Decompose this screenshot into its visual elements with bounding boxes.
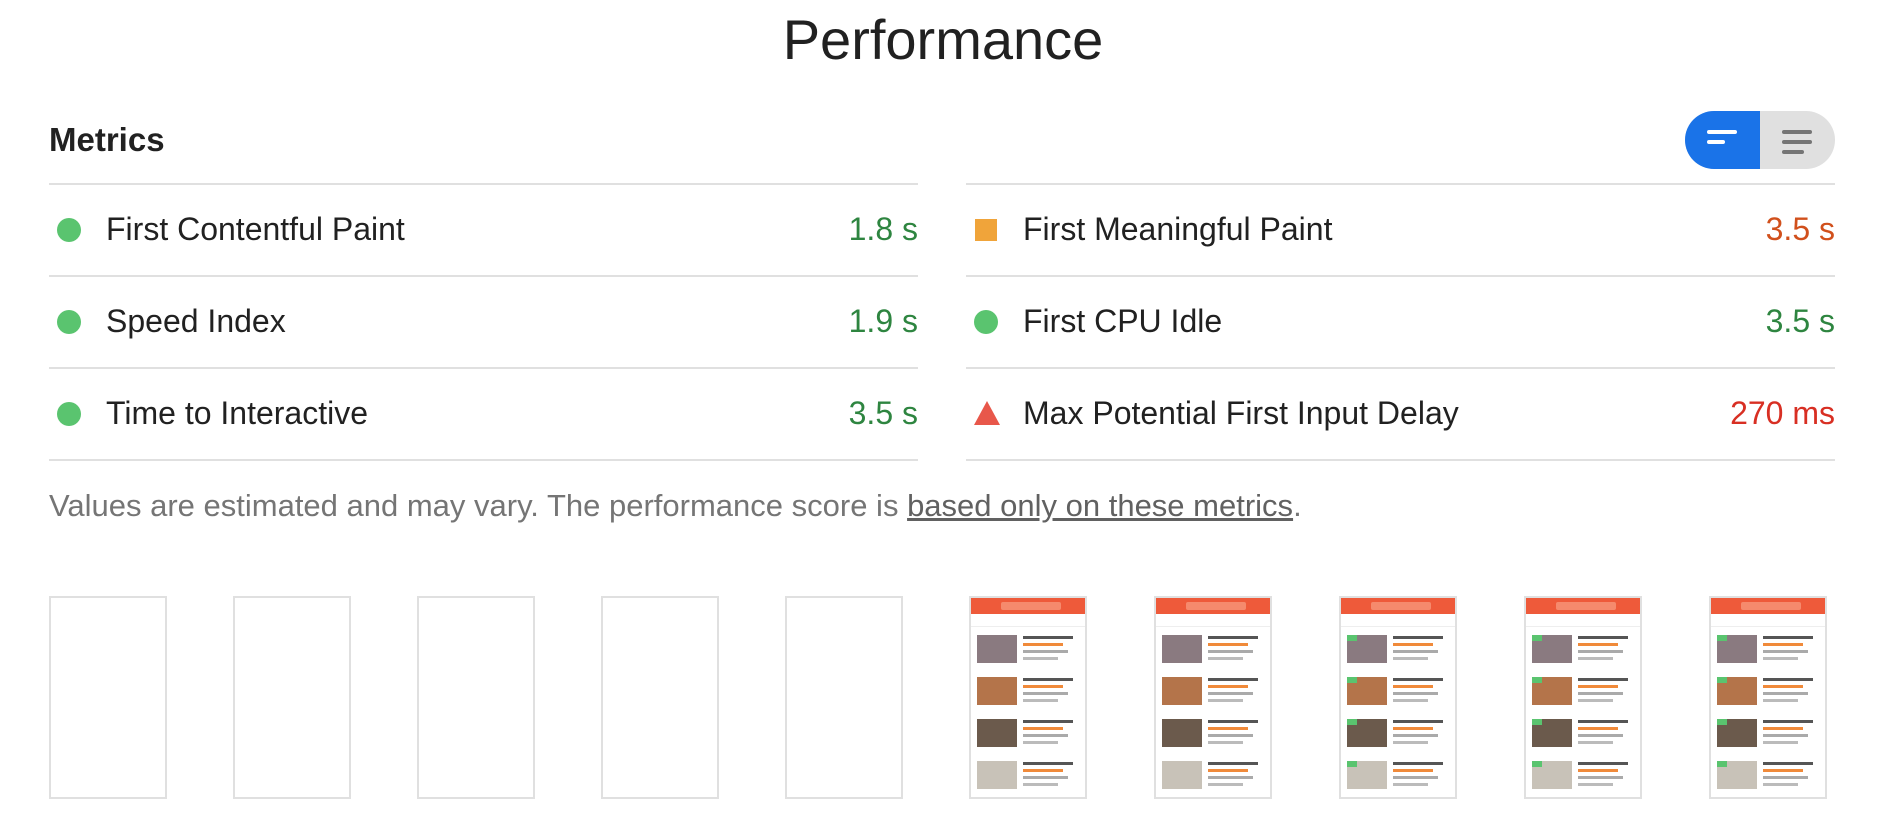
filmstrip-frame-screenshot xyxy=(969,596,1087,799)
pass-circle-icon xyxy=(57,310,81,334)
metric-row: First CPU Idle 3.5 s xyxy=(966,275,1835,367)
metrics-column-left: First Contentful Paint 1.8 s Speed Index 1.… xyxy=(49,183,918,461)
pass-circle-icon xyxy=(57,402,81,426)
metric-value: 270 ms xyxy=(1730,395,1835,431)
expanded-view-icon xyxy=(1707,130,1737,150)
filmstrip xyxy=(0,596,1886,799)
metric-row: First Contentful Paint 1.8 s xyxy=(49,183,918,275)
metric-row: Speed Index 1.9 s xyxy=(49,275,918,367)
filmstrip-frame-screenshot xyxy=(1709,596,1827,799)
metric-label: First Contentful Paint xyxy=(106,211,405,247)
filmstrip-frame-blank xyxy=(417,596,535,799)
metric-label: First Meaningful Paint xyxy=(1023,211,1333,247)
compact-view-icon xyxy=(1782,130,1812,160)
filmstrip-frame-screenshot xyxy=(1339,596,1457,799)
metrics-note-link[interactable]: based only on these metrics xyxy=(907,488,1293,523)
metrics-view-toggle[interactable] xyxy=(1685,111,1835,169)
page-title: Performance xyxy=(782,8,1104,71)
metrics-note-suffix: . xyxy=(1293,488,1302,523)
metrics-note-text: Values are estimated and may vary. The p… xyxy=(49,488,908,523)
filmstrip-frame-blank xyxy=(601,596,719,799)
compact-view-toggle-button[interactable] xyxy=(1760,111,1835,169)
metric-row: Time to Interactive 3.5 s xyxy=(49,367,918,461)
filmstrip-frame-blank xyxy=(49,596,167,799)
filmstrip-frame-screenshot xyxy=(1524,596,1642,799)
metrics-heading: Metrics xyxy=(49,121,165,158)
average-square-icon xyxy=(975,219,997,241)
metrics-column-right: First Meaningful Paint 3.5 s First CPU Idl… xyxy=(966,183,1835,461)
metrics-note: Values are estimated and may vary. The p… xyxy=(49,486,1302,526)
metric-value: 3.5 s xyxy=(1765,303,1835,339)
pass-circle-icon xyxy=(57,218,81,242)
expanded-view-toggle-button[interactable] xyxy=(1685,111,1760,169)
filmstrip-frame-screenshot xyxy=(1154,596,1272,799)
fail-triangle-icon xyxy=(974,401,1000,425)
metric-value: 3.5 s xyxy=(848,395,918,431)
metric-label: Speed Index xyxy=(106,303,286,339)
metric-row: Max Potential First Input Delay 270 ms xyxy=(966,367,1835,461)
metric-label: First CPU Idle xyxy=(1023,303,1223,339)
filmstrip-frame-blank xyxy=(785,596,903,799)
metric-label: Time to Interactive xyxy=(106,395,369,431)
metric-value: 3.5 s xyxy=(1765,211,1835,247)
metric-value: 1.9 s xyxy=(848,303,918,339)
pass-circle-icon xyxy=(974,310,998,334)
filmstrip-frame-blank xyxy=(233,596,351,799)
metric-label: Max Potential First Input Delay xyxy=(1023,395,1459,431)
metric-row: First Meaningful Paint 3.5 s xyxy=(966,183,1835,275)
metric-value: 1.8 s xyxy=(848,211,918,247)
